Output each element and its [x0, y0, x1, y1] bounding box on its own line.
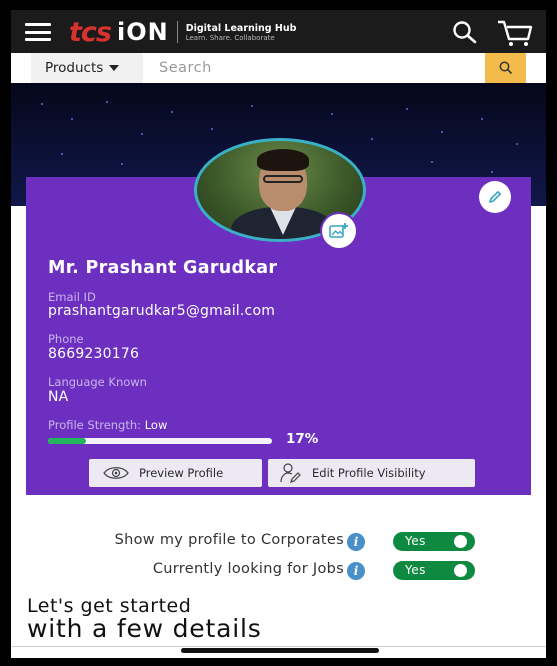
profile-strength-caption: Profile Strength: [48, 418, 142, 432]
search-button[interactable] [485, 53, 526, 83]
profile-name: Mr. Prashant Garudkar [48, 258, 278, 278]
products-dropdown[interactable]: Products [31, 53, 143, 83]
app-frame: tcs iON Digital Learning Hub Learn. Shar… [11, 10, 546, 658]
profile-strength-value: Low [144, 418, 168, 432]
language-label: Language Known [48, 375, 147, 389]
phone-value: 8669230176 [48, 346, 140, 362]
corporates-label: Show my profile to Corporates [114, 532, 344, 548]
logo-tagline: Learn. Share. Collaborate [185, 33, 275, 42]
logo-subtitle: Digital Learning Hub Learn. Share. Colla… [186, 23, 297, 42]
jobs-setting-row: Currently looking for Jobs i Yes [11, 561, 546, 583]
user-edit-icon [280, 463, 301, 483]
language-value: NA [48, 389, 69, 405]
profile-strength-fill [48, 438, 87, 444]
jobs-label: Currently looking for Jobs [152, 561, 344, 577]
logo-tcs-text: tcs [69, 16, 112, 48]
home-indicator[interactable] [181, 648, 379, 653]
phone-label: Phone [48, 332, 84, 346]
corporates-toggle-text: Yes [405, 534, 426, 548]
add-photo-icon [329, 223, 348, 238]
search-button-icon [499, 61, 512, 75]
profile-strength-label: Profile Strength: Low [48, 418, 167, 432]
jobs-toggle-text: Yes [405, 563, 426, 577]
profile-strength-percent: 17% [286, 431, 319, 447]
eye-icon [103, 467, 129, 479]
preview-profile-button[interactable]: Preview Profile [89, 459, 262, 487]
corporates-toggle[interactable]: Yes [393, 532, 475, 551]
search-bar: Products [21, 53, 536, 83]
toggle-knob [454, 564, 467, 577]
change-photo-button[interactable] [322, 214, 356, 248]
logo-title: Digital Learning Hub [185, 22, 297, 34]
edit-profile-visibility-label: Edit Profile Visibility [312, 466, 426, 480]
jobs-toggle[interactable]: Yes [393, 561, 475, 580]
edit-profile-button[interactable] [479, 181, 511, 213]
bottom-divider [11, 646, 546, 647]
pencil-icon [489, 191, 501, 203]
cart-icon[interactable] [497, 19, 533, 47]
info-icon[interactable]: i [347, 533, 365, 551]
caret-down-icon [109, 65, 120, 71]
preview-profile-label: Preview Profile [139, 466, 224, 480]
onboarding-heading-line2: with a few details [27, 614, 262, 643]
logo-ion-text: iON [116, 18, 169, 46]
top-bar: tcs iON Digital Learning Hub Learn. Shar… [11, 10, 546, 53]
toggle-knob [454, 535, 467, 548]
logo-divider [176, 21, 178, 43]
profile-strength-bar [48, 438, 272, 444]
hamburger-menu-icon[interactable] [25, 23, 51, 41]
search-icon[interactable] [452, 20, 478, 44]
products-dropdown-label: Products [45, 60, 104, 76]
corporates-setting-row: Show my profile to Corporates i Yes [11, 532, 546, 554]
email-label: Email ID [48, 290, 96, 304]
edit-profile-visibility-button[interactable]: Edit Profile Visibility [268, 459, 475, 487]
email-value: prashantgarudkar5@gmail.com [48, 303, 276, 319]
search-input[interactable] [145, 53, 475, 83]
brand-logo[interactable]: tcs iON Digital Learning Hub Learn. Shar… [69, 16, 297, 48]
info-icon[interactable]: i [347, 562, 365, 580]
